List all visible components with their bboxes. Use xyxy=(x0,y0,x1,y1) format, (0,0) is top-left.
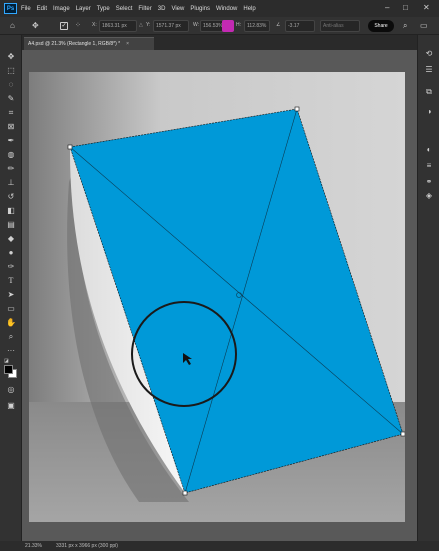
x-label: X: xyxy=(92,22,97,28)
blur-icon[interactable]: ◆ xyxy=(4,232,18,245)
lasso-icon[interactable]: ◌ xyxy=(4,78,18,91)
menu-3d[interactable]: 3D xyxy=(158,6,166,12)
close-window-button[interactable]: ✕ xyxy=(423,3,430,12)
menu-plugins[interactable]: Plugins xyxy=(190,6,210,12)
minimize-button[interactable]: – xyxy=(385,3,389,12)
reference-point-grid-icon[interactable]: ⁘ xyxy=(75,21,81,29)
corner-handle-bottom-right xyxy=(400,431,405,437)
menu-type[interactable]: Type xyxy=(97,6,110,12)
rectangle-icon[interactable]: ▭ xyxy=(4,302,18,315)
hand-icon[interactable]: ✋ xyxy=(4,316,18,329)
color-icon[interactable]: ◐ xyxy=(422,143,436,156)
more-tools-icon[interactable]: ··· xyxy=(4,344,18,357)
marquee-icon[interactable]: ⬚ xyxy=(4,64,18,77)
menu-bar: Ps File Edit Image Layer Type Select Fil… xyxy=(0,0,439,17)
corner-handle-bottom-left xyxy=(182,490,188,496)
panels-dock: ⟲ ☰ ⧉ ◑ ◐ ≡ ⚭ ◈ xyxy=(417,35,439,541)
document-tab-bar: A4.psd @ 21.3% (Rectangle 1, RGB/8*) * × xyxy=(22,35,417,50)
y-position-field[interactable]: 1571.37 px xyxy=(153,20,189,32)
type-icon[interactable]: T xyxy=(4,274,18,287)
properties-icon[interactable]: ☰ xyxy=(422,63,436,76)
screen-mode-icon[interactable]: ▣ xyxy=(4,399,18,412)
layers-icon[interactable]: ◈ xyxy=(422,189,436,202)
share-button[interactable]: Share xyxy=(368,20,394,32)
document-dimensions: 3331 px x 3966 px (300 ppi) xyxy=(55,543,118,549)
reference-point-checkbox[interactable]: ✓ xyxy=(60,22,68,30)
height-field[interactable]: 112.83% xyxy=(244,20,270,32)
document-canvas[interactable] xyxy=(29,72,405,522)
healing-icon[interactable]: ◍ xyxy=(4,148,18,161)
corner-handle-top-right xyxy=(294,106,300,112)
gradient-icon[interactable]: ▤ xyxy=(4,218,18,231)
move-icon[interactable]: ✥ xyxy=(4,50,18,63)
menu-file[interactable]: File xyxy=(21,6,31,12)
move-tool-preset-icon[interactable]: ✥ xyxy=(32,21,39,30)
x-position-field[interactable]: 1863.31 px xyxy=(99,20,137,32)
zoom-icon[interactable]: ⌕ xyxy=(4,330,18,343)
eraser-icon[interactable]: ◧ xyxy=(4,204,18,217)
menu-view[interactable]: View xyxy=(171,6,184,12)
close-tab-icon[interactable]: × xyxy=(126,41,129,47)
tools-panel: ✥ ⬚ ◌ ✎ ⌗ ⊠ ✒ ◍ ✏ ⊥ ↺ ◧ ▤ ◆ ● ✑ T ➤ ▭ ✋ … xyxy=(0,35,22,541)
history-icon[interactable]: ⟲ xyxy=(422,47,436,60)
foreground-background-icon[interactable] xyxy=(4,365,18,379)
default-colors-icon[interactable]: ◪ xyxy=(4,358,9,364)
link-proportions-button[interactable] xyxy=(222,20,234,32)
options-bar: ⌂ ✥ ✓ ⁘ X: 1863.31 px △ Y: 1571.37 px W:… xyxy=(0,17,439,35)
document-tab-title: A4.psd @ 21.3% (Rectangle 1, RGB/8*) * xyxy=(28,41,121,47)
home-icon[interactable]: ⌂ xyxy=(10,21,15,30)
y-label: Y: xyxy=(146,22,151,28)
search-icon[interactable]: ⌕ xyxy=(403,21,407,31)
brush-icon[interactable]: ✏ xyxy=(4,162,18,175)
maximize-button[interactable]: □ xyxy=(403,3,408,12)
photoshop-logo-icon: Ps xyxy=(4,3,17,14)
menu-select[interactable]: Select xyxy=(116,6,133,12)
menu-edit[interactable]: Edit xyxy=(37,6,47,12)
menu-filter[interactable]: Filter xyxy=(138,6,151,12)
width-field[interactable]: 156.53% xyxy=(200,20,224,32)
path-select-icon[interactable]: ➤ xyxy=(4,288,18,301)
zoom-level[interactable]: 21.33% xyxy=(25,543,42,549)
document-tab[interactable]: A4.psd @ 21.3% (Rectangle 1, RGB/8*) * × xyxy=(24,37,154,50)
crop-icon[interactable]: ⌗ xyxy=(4,106,18,119)
menu-help[interactable]: Help xyxy=(243,6,255,12)
h-label: H: xyxy=(236,22,241,28)
rotation-field[interactable]: -3.17 xyxy=(285,20,315,32)
dodge-icon[interactable]: ● xyxy=(4,246,18,259)
interpolation-dropdown[interactable]: Anti-alias xyxy=(320,20,360,32)
brushes-icon[interactable]: ≡ xyxy=(422,159,436,172)
angle-icon: ∠ xyxy=(276,22,281,28)
quick-select-icon[interactable]: ✎ xyxy=(4,92,18,105)
status-bar: 21.33% 3331 px x 3966 px (300 ppi) xyxy=(0,541,439,551)
corner-handle-top-left xyxy=(67,144,73,150)
eyedropper-icon[interactable]: ✒ xyxy=(4,134,18,147)
pen-icon[interactable]: ✑ xyxy=(4,260,18,273)
menu-window[interactable]: Window xyxy=(216,6,237,12)
mockup-scene xyxy=(29,72,405,522)
libraries-icon[interactable]: ⧉ xyxy=(422,85,436,98)
delta-icon[interactable]: △ xyxy=(139,22,143,28)
history-brush-icon[interactable]: ↺ xyxy=(4,190,18,203)
frame-icon[interactable]: ⊠ xyxy=(4,120,18,133)
adjustments-icon[interactable]: ◑ xyxy=(422,105,436,118)
workspace-icon[interactable]: ▭ xyxy=(420,21,428,30)
clone-stamp-icon[interactable]: ⊥ xyxy=(4,176,18,189)
w-label: W: xyxy=(193,22,200,28)
menu-layer[interactable]: Layer xyxy=(76,6,91,12)
menu-image[interactable]: Image xyxy=(53,6,70,12)
quick-mask-icon[interactable]: ◎ xyxy=(4,383,18,396)
channels-icon[interactable]: ⚭ xyxy=(422,175,436,188)
